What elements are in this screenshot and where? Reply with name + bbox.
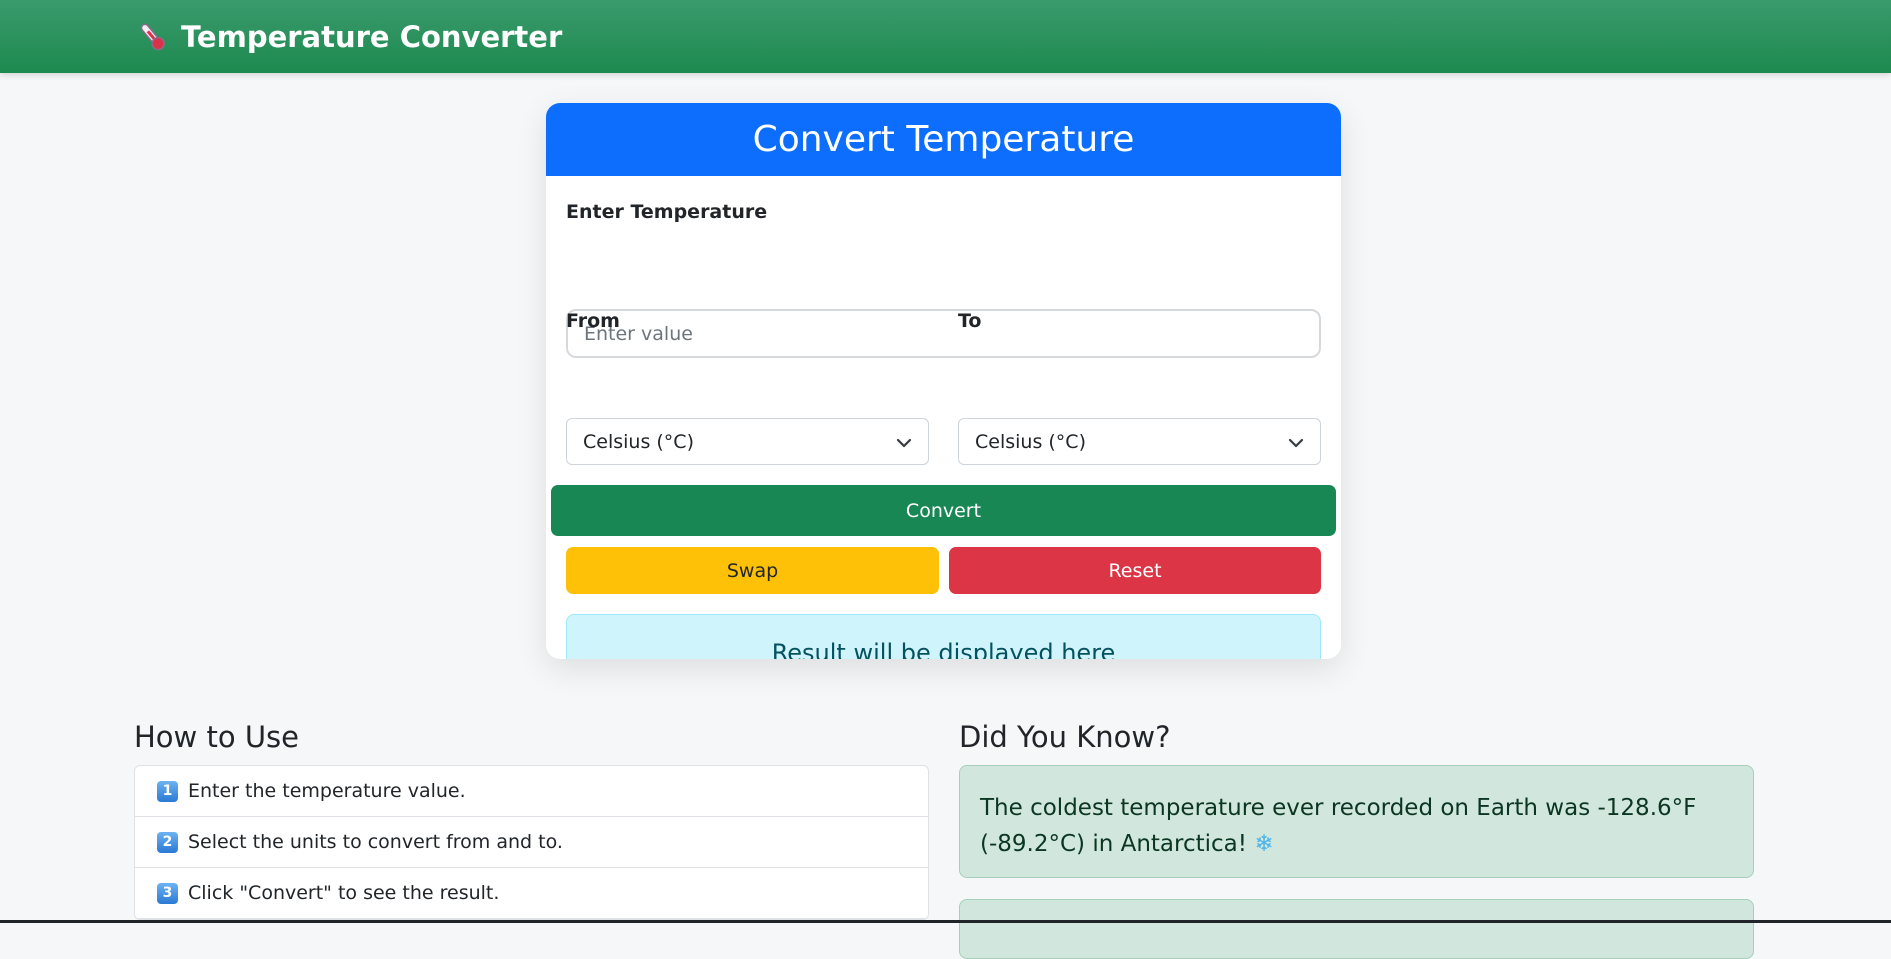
swap-button[interactable]: Swap [566,547,939,594]
fact-card: The coldest temperature ever recorded on… [959,765,1754,878]
step-text: Select the units to convert from and to. [188,831,563,853]
to-unit-select[interactable]: Celsius (°C) [958,418,1321,465]
from-label: From [566,310,620,332]
reset-button[interactable]: Reset [949,547,1321,594]
fact-card-second [959,899,1754,959]
did-you-know-title: Did You Know? [959,720,1171,754]
converter-card: Convert Temperature Enter Temperature Fr… [546,103,1341,659]
temperature-input[interactable] [566,309,1321,358]
navbar: Temperature Converter [0,0,1891,73]
keycap-one-icon: 1 [157,780,178,802]
keycap-three-icon: 3 [157,882,178,904]
from-unit-value: Celsius (°C) [583,430,694,453]
chevron-down-icon [1288,431,1304,453]
how-to-use-list: 1 Enter the temperature value. 2 Select … [134,765,929,920]
to-unit-value: Celsius (°C) [975,430,1086,453]
result-box: Result will be displayed here [566,614,1321,659]
how-to-use-title: How to Use [134,720,299,754]
convert-button[interactable]: Convert [551,485,1336,536]
to-label: To [958,310,982,332]
temperature-label: Enter Temperature [566,201,768,223]
navbar-brand[interactable]: Temperature Converter [135,20,562,54]
navbar-title: Temperature Converter [181,19,563,54]
fact-text: The coldest temperature ever recorded on… [980,795,1697,857]
step-text: Enter the temperature value. [188,780,466,802]
list-item: 1 Enter the temperature value. [135,766,928,817]
chevron-down-icon [896,431,912,453]
from-unit-select[interactable]: Celsius (°C) [566,418,929,465]
converter-header: Convert Temperature [546,103,1341,176]
step-text: Click "Convert" to see the result. [188,882,500,904]
list-item: 2 Select the units to convert from and t… [135,817,928,868]
snowflake-icon: ❄ [1254,831,1274,857]
keycap-two-icon: 2 [157,831,178,853]
list-item: 3 Click "Convert" to see the result. [135,868,928,919]
thermometer-icon [135,20,169,54]
